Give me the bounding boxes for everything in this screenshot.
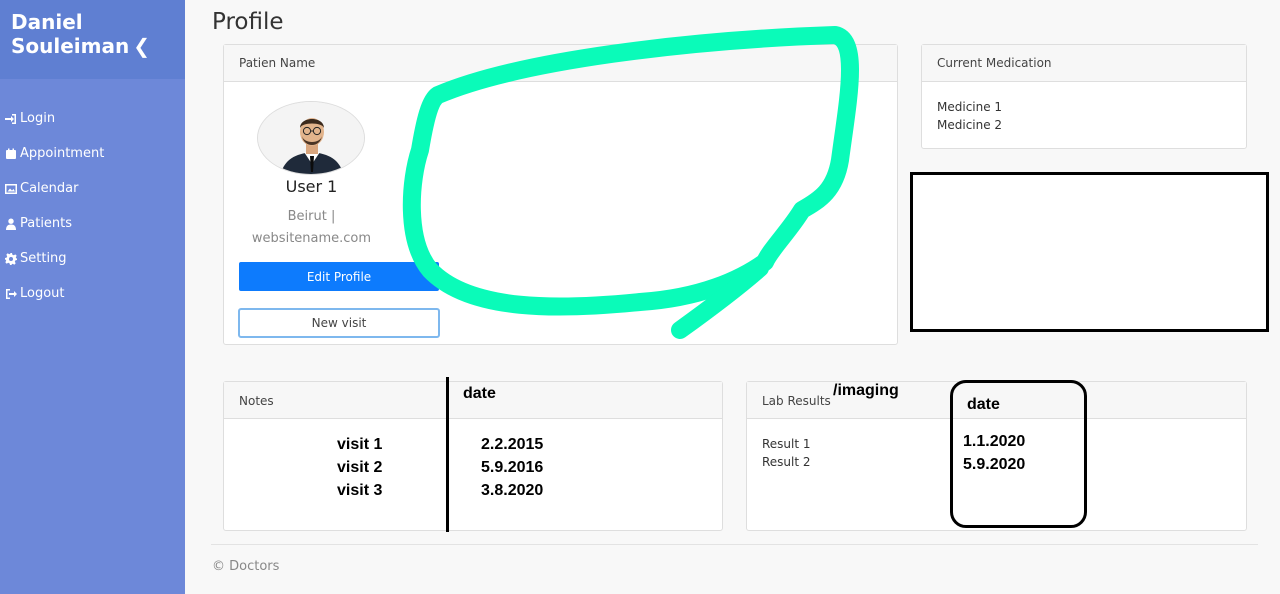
footer-copyright: © Doctors: [212, 559, 280, 574]
footer-divider: [211, 544, 1258, 545]
highlight-scribble: [402, 26, 859, 339]
